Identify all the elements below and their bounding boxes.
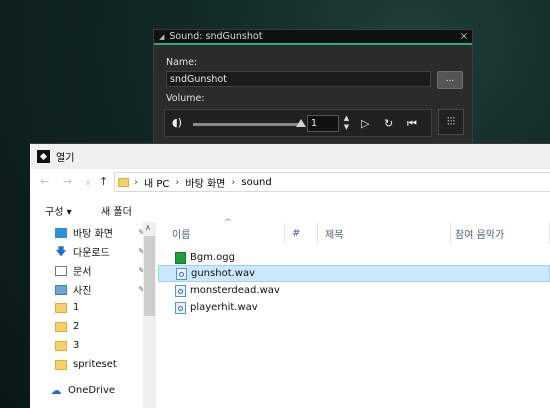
organize-button[interactable]: 구성 ▾ [45, 203, 72, 218]
sound-editor-titlebar[interactable]: ◢ Sound: sndGunshot × [154, 30, 472, 45]
nav-item-label: 바탕 화면 [73, 229, 113, 240]
file-row[interactable]: playerhit.wav [158, 299, 550, 316]
file-row[interactable]: gunshot.wav [158, 265, 550, 282]
nav-item-desktop[interactable]: 바탕 화면 ✎ [55, 225, 145, 240]
file-row[interactable]: Bgm.ogg [158, 249, 550, 266]
scroll-up-icon[interactable]: ∧ [145, 223, 151, 232]
folder-icon [55, 302, 67, 313]
volume-slider-fill [193, 123, 301, 126]
wav-file-icon [175, 301, 186, 314]
forward-arrow-icon[interactable]: → [63, 175, 72, 188]
file-name: monsterdead.wav [190, 285, 280, 296]
desktop-icon [55, 227, 67, 238]
onedrive-icon: ☁ [50, 383, 62, 397]
volume-slider[interactable] [193, 123, 301, 126]
document-icon [55, 265, 67, 276]
folder-icon [55, 340, 67, 351]
file-row[interactable]: monsterdead.wav [158, 282, 550, 299]
loop-icon[interactable]: ↻ [384, 117, 393, 130]
nav-item-folder-3[interactable]: 3 [55, 340, 145, 351]
column-header-title[interactable]: 제목 [321, 222, 451, 244]
column-header-number[interactable]: # [288, 222, 318, 244]
sound-editor-window: ◢ Sound: sndGunshot × Name: sndGunshot .… [153, 29, 473, 154]
nav-scrollbar[interactable]: ∧ [143, 222, 156, 408]
volume-controls: ◖) 1 ▲ ▼ ▷ ↻ ⏮ [164, 109, 432, 137]
pictures-icon [55, 284, 67, 295]
breadcrumb-item[interactable]: 바탕 화면 [185, 175, 225, 190]
up-arrow-icon[interactable]: ↑ [99, 175, 108, 188]
collapse-icon[interactable]: ◢ [159, 33, 164, 41]
volume-input[interactable]: 1 [307, 115, 339, 132]
name-field[interactable]: sndGunshot [166, 71, 431, 87]
folder-icon [55, 321, 67, 332]
ogg-file-icon [175, 251, 186, 264]
back-arrow-icon[interactable]: ← [40, 175, 49, 188]
app-icon [37, 150, 50, 163]
address-row: ← → ∨ ↑ › 내 PC › 바탕 화면 › sound [30, 169, 550, 196]
nav-item-label: 1 [73, 302, 80, 313]
new-folder-button[interactable]: 새 폴더 [101, 203, 132, 218]
breadcrumb-item[interactable]: sound [241, 177, 271, 188]
volume-stepper[interactable]: ▲ ▼ [342, 114, 351, 132]
play-icon[interactable]: ▷ [361, 117, 369, 130]
dialog-title: 열기 [56, 153, 75, 164]
breadcrumb-item[interactable]: 내 PC [144, 175, 169, 190]
nav-item-label: 문서 [73, 267, 92, 278]
column-header-name[interactable]: 이름 [168, 222, 285, 244]
file-name: gunshot.wav [191, 268, 256, 279]
nav-item-label: 2 [73, 321, 80, 332]
nav-item-onedrive[interactable]: ☁ OneDrive [50, 383, 140, 397]
open-file-dialog: 열기 ← → ∨ ↑ › 내 PC › 바탕 화면 › sound 구성 ▾ 새… [30, 143, 550, 408]
breadcrumb-separator: › [175, 176, 180, 188]
nav-item-documents[interactable]: 문서 ✎ [55, 263, 145, 278]
nav-item-folder-1[interactable]: 1 [55, 302, 145, 313]
speaker-icon[interactable]: ◖) [172, 116, 182, 129]
mixer-icon[interactable]: ⫶⫶⫶ [438, 109, 464, 135]
address-bar[interactable]: › 내 PC › 바탕 화면 › sound [114, 172, 550, 192]
file-name: playerhit.wav [190, 302, 258, 313]
volume-slider-handle[interactable] [296, 119, 306, 127]
recent-chevron-icon[interactable]: ∨ [85, 178, 91, 187]
close-icon[interactable]: × [456, 31, 472, 42]
volume-label: Volume: [166, 93, 205, 104]
breadcrumb-separator: › [134, 176, 138, 188]
scrollbar-thumb[interactable] [144, 236, 155, 316]
nav-item-label: spriteset [73, 359, 117, 370]
file-list: ^ 이름 # 제목 참여 음악가 Bgm.ogg gunshot.wav mon… [158, 218, 550, 408]
folder-icon [118, 177, 129, 187]
wav-file-icon [175, 284, 186, 297]
nav-item-folder-2[interactable]: 2 [55, 321, 145, 332]
navigation-pane: 바탕 화면 ✎ 🡇 다운로드 ✎ 문서 ✎ 사진 ✎ 1 2 3 sprites… [30, 222, 157, 408]
nav-item-label: 3 [73, 340, 80, 351]
file-name: Bgm.ogg [190, 252, 235, 263]
download-icon: 🡇 [55, 244, 67, 258]
browse-button[interactable]: ... [437, 71, 463, 89]
stop-icon[interactable]: ⏮ [407, 117, 417, 131]
nav-item-label: 다운로드 [73, 248, 110, 259]
nav-item-downloads[interactable]: 🡇 다운로드 ✎ [55, 244, 145, 260]
sound-editor-title: Sound: sndGunshot [169, 31, 263, 42]
dialog-titlebar[interactable]: 열기 [30, 144, 550, 169]
nav-item-spriteset[interactable]: spriteset [55, 359, 145, 370]
wav-file-icon [176, 267, 187, 280]
nav-item-label: OneDrive [68, 385, 116, 396]
folder-icon [55, 359, 67, 370]
nav-item-pictures[interactable]: 사진 ✎ [55, 282, 145, 297]
name-label: Name: [166, 57, 198, 68]
nav-item-label: 사진 [73, 286, 92, 297]
breadcrumb-separator: › [231, 176, 236, 188]
column-header-artist[interactable]: 참여 음악가 [451, 222, 550, 244]
dialog-toolbar: 구성 ▾ 새 폴더 [30, 200, 550, 220]
